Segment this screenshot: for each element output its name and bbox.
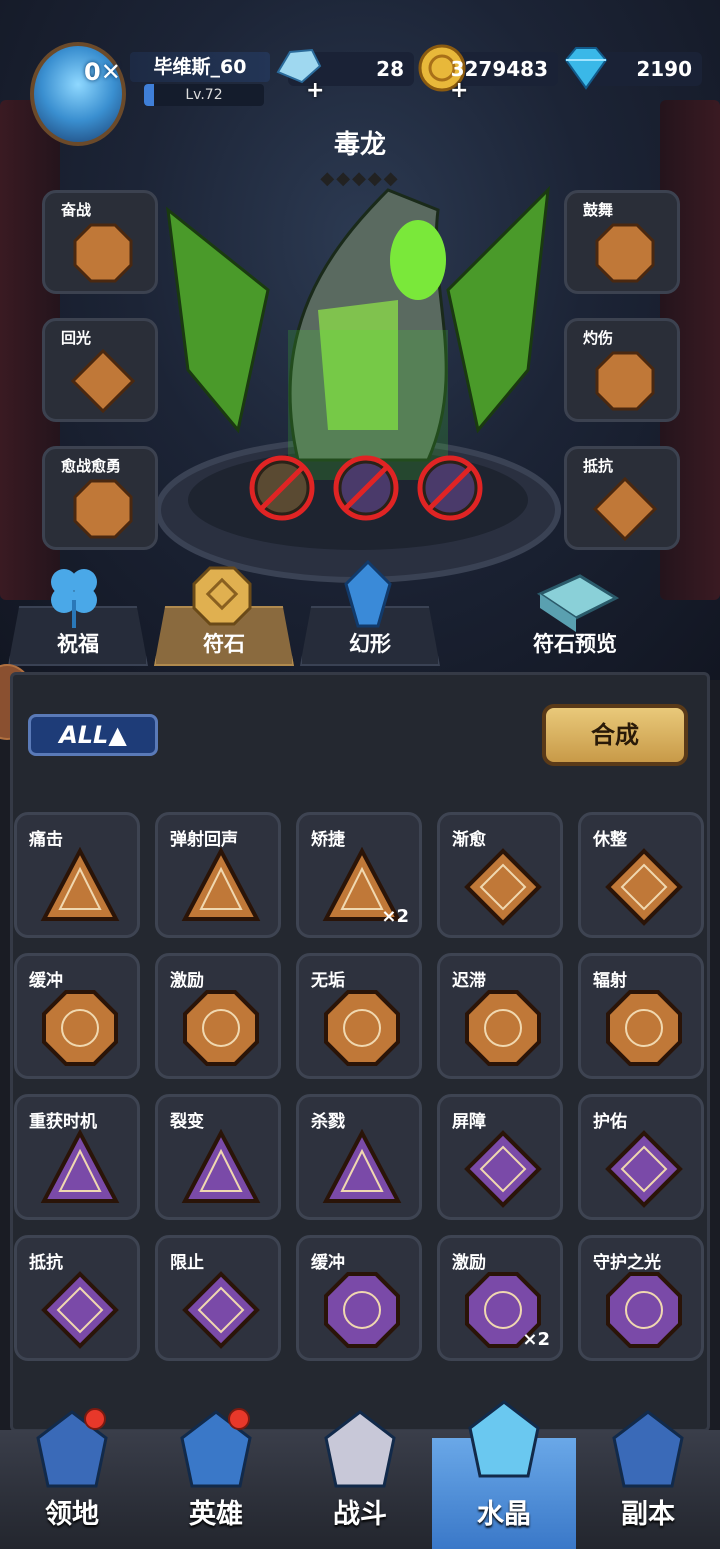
rune-triangle-icon [181,847,261,921]
rune-diamond-icon [464,1130,542,1208]
slot-label: 愈战愈勇 [61,457,122,475]
nav-item[interactable]: 副本 [576,1400,720,1549]
rune-cell[interactable]: 屏障 [437,1094,563,1220]
rune-octagon-icon [595,223,655,283]
crystal-icon [344,560,392,628]
synthesize-button[interactable]: 合成 [542,704,688,766]
diamond-icon [564,47,608,90]
nav-label: 战斗 [333,1499,387,1530]
rune-octagon-icon [42,990,118,1066]
rune-octagon-icon [324,990,400,1066]
rune-cell[interactable]: 休整 [578,812,704,938]
rune-octagon-icon [73,479,133,539]
rune-cell[interactable]: 重获时机 [14,1094,140,1220]
nav-item[interactable]: 战斗 [288,1400,432,1549]
rune-cell[interactable]: 裂变 [155,1094,281,1220]
rune-count: ×2 [522,1329,550,1350]
gold-value: 3279483 [450,57,548,81]
resource-gold[interactable]: + 3279483 [418,44,558,103]
rune-book-icon [536,574,620,632]
clover-icon [51,569,97,628]
rune-triangle-icon [322,1129,402,1203]
resource-diamond[interactable]: 2190 [564,47,702,90]
slot-label: 鼓舞 [583,201,614,219]
locked-slot-icon[interactable] [414,452,486,524]
rune-diamond-icon [605,1130,683,1208]
equipped-slot-left-2[interactable]: 回光 [42,318,158,422]
notification-badge [84,1408,106,1430]
rune-cell[interactable]: 限止 [155,1235,281,1361]
rune-octagon-icon [595,351,655,411]
creature-stars: ◆◆◆◆◆ [320,168,400,189]
plus-icon[interactable]: + [306,78,324,103]
locked-slot-icon[interactable] [330,452,402,524]
creature-name: 毒龙 [333,130,386,160]
rune-cell[interactable]: 渐愈 [437,812,563,938]
rune-cell[interactable]: 守护之光 [578,1235,704,1361]
crystal-value: 28 [376,57,404,81]
rune-octagon-icon [606,990,682,1066]
filter-all-button[interactable]: ALL▲ [28,714,158,756]
notification-badge [228,1408,250,1430]
nav-label: 英雄 [189,1499,243,1530]
battle-icon [324,1410,396,1488]
player-level: Lv.72 [185,87,223,103]
rune-diamond-icon [593,477,657,541]
resource-crystal[interactable]: + 28 [276,48,414,103]
equipped-slot-right-1[interactable]: 鼓舞 [564,190,680,294]
rune-count: ×2 [381,906,409,927]
equipped-slot-right-2[interactable]: 灼伤 [564,318,680,422]
equipped-slot-left-3[interactable]: 愈战愈勇 [42,446,158,550]
nav-item[interactable]: 英雄 [144,1400,288,1549]
dungeon-icon [612,1410,684,1488]
rune-triangle-icon [181,1129,261,1203]
rune-diamond-icon [605,848,683,926]
slot-label: 回光 [61,329,92,347]
rune-cell[interactable]: 激励 [155,953,281,1079]
rune-octagon-icon [606,1272,682,1348]
rune-triangle-icon [40,847,120,921]
rune-diamond-icon [464,848,542,926]
close-icon: 0✕ [84,58,121,86]
rune-octagon-icon [465,990,541,1066]
rune-octagon-icon [324,1272,400,1348]
nav-item[interactable]: 水晶 [432,1400,576,1549]
rune-diamond-icon [182,1271,260,1349]
diamond-value: 2190 [636,57,692,81]
rune-cell[interactable]: 缓冲 [14,953,140,1079]
rune-cell[interactable]: 缓冲 [296,1235,422,1361]
equipped-slot-right-3[interactable]: 抵抗 [564,446,680,550]
slot-label: 抵抗 [583,457,614,475]
nav-item[interactable]: 领地 [0,1400,144,1549]
rune-cell[interactable]: 无垢 [296,953,422,1079]
crystal-icon [468,1400,540,1478]
player-name: 毕维斯_60 [130,52,270,82]
rune-cell[interactable]: 杀戮 [296,1094,422,1220]
rune-octagon-icon [183,990,259,1066]
nav-label: 水晶 [477,1499,531,1530]
rune-cell[interactable]: 迟滞 [437,953,563,1079]
rune-cell[interactable]: 抵抗 [14,1235,140,1361]
tab-label: 幻形 [349,632,391,656]
equipped-slot-left-1[interactable]: 奋战 [42,190,158,294]
player-avatar[interactable]: 0✕ [24,32,126,150]
rune-cell[interactable]: 激励 ×2 [437,1235,563,1361]
slot-label: 灼伤 [583,329,614,347]
rune-diamond-icon [71,349,135,413]
rune-diamond-icon [41,1271,119,1349]
slot-label: 奋战 [61,201,92,219]
nav-label: 副本 [621,1499,675,1530]
runestone-icon [192,566,252,626]
nav-label: 领地 [45,1499,99,1530]
rune-triangle-icon [40,1129,120,1203]
rune-cell[interactable]: 护佑 [578,1094,704,1220]
rune-cell[interactable]: 痛击 [14,812,140,938]
level-bar: Lv.72 [144,84,264,106]
locked-slot-icon[interactable] [246,452,318,524]
rune-octagon-icon [73,223,133,283]
rune-cell[interactable]: 辐射 [578,953,704,1079]
tab-label: 祝福 [57,632,99,656]
rune-cell[interactable]: 弹射回声 [155,812,281,938]
rune-cell[interactable]: 矫捷 ×2 [296,812,422,938]
